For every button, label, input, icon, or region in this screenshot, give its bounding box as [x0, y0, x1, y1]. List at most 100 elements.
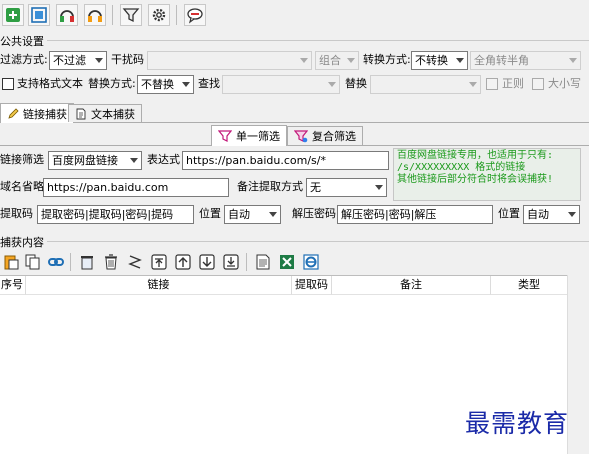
- delete-button[interactable]: [100, 251, 121, 272]
- interference-select[interactable]: [147, 51, 312, 70]
- headset-green-icon: [60, 10, 74, 22]
- paste-button[interactable]: [0, 251, 21, 272]
- replace-select[interactable]: [370, 75, 481, 94]
- chevron-down-icon: [269, 212, 277, 217]
- width-convert-select[interactable]: 全角转半角: [470, 51, 581, 70]
- chevron-down-icon: [569, 58, 577, 63]
- move-down-button[interactable]: [196, 251, 217, 272]
- clear-button[interactable]: [76, 251, 97, 272]
- regex-checkbox[interactable]: [486, 78, 498, 90]
- capture-button[interactable]: [28, 4, 50, 26]
- tab-text-capture-label: 文本捕获: [91, 107, 135, 121]
- table-scrollbar[interactable]: [567, 275, 584, 454]
- replace-mode-value: 不替换: [141, 78, 174, 91]
- export-text-button[interactable]: [252, 251, 273, 272]
- toolbar-separator: [176, 5, 177, 25]
- extract-position-label: 位置: [199, 207, 221, 220]
- column-header-link[interactable]: 链接: [26, 276, 292, 295]
- case-checkbox[interactable]: [532, 78, 544, 90]
- chevron-down-icon: [130, 158, 138, 163]
- rich-text-checkbox[interactable]: [2, 78, 14, 90]
- composite-filter-icon: [294, 129, 308, 143]
- dedupe-button[interactable]: [124, 251, 145, 272]
- headset-orange-icon: [88, 10, 102, 22]
- headset-orange-button[interactable]: [84, 4, 106, 26]
- regex-label: 正则: [502, 77, 524, 90]
- convert-mode-label: 转换方式:: [363, 53, 411, 66]
- width-convert-value: 全角转半角: [474, 54, 529, 67]
- tab-single-filter-label: 单一筛选: [236, 130, 280, 143]
- convert-mode-select[interactable]: 不转换: [411, 51, 468, 70]
- extract-code-input[interactable]: 提取密码|提取码|密码|提码: [37, 205, 194, 224]
- extract-code-label: 提取码: [0, 207, 33, 220]
- unzip-position-select[interactable]: 自动: [523, 205, 580, 224]
- capture-separator: [0, 241, 589, 242]
- chevron-down-icon: [347, 58, 355, 63]
- unzip-position-value: 自动: [527, 208, 549, 221]
- capture-icon: [31, 7, 47, 23]
- add-button[interactable]: [2, 4, 24, 26]
- interference-label: 干扰码: [111, 53, 144, 66]
- export-excel-icon: [279, 254, 294, 269]
- common-settings-separator: [0, 40, 589, 41]
- tab-link-capture[interactable]: 链接捕获: [0, 103, 74, 123]
- tab-single-filter[interactable]: 单一筛选: [211, 125, 287, 146]
- filter-note: 百度网盘链接专用，也适用于只有: /s/XXXXXXXXX 格式的链接 其他链接…: [393, 148, 581, 201]
- rich-text-label: 支持格式文本: [17, 77, 83, 90]
- export-excel-button[interactable]: [276, 251, 297, 272]
- move-top-button[interactable]: [148, 251, 169, 272]
- domain-omit-input[interactable]: https://pan.baidu.com: [43, 178, 229, 197]
- move-bottom-button[interactable]: [220, 251, 241, 272]
- link-button[interactable]: [45, 251, 66, 272]
- add-icon: [6, 8, 20, 22]
- unzip-password-label: 解压密码: [292, 207, 336, 220]
- comment-button[interactable]: [184, 4, 206, 26]
- dedupe-icon: [127, 254, 142, 269]
- tab-text-capture[interactable]: 文本捕获: [68, 104, 142, 122]
- filter-mode-value: 不过滤: [53, 54, 86, 67]
- column-header-type[interactable]: 类型: [491, 276, 567, 295]
- remark-mode-select[interactable]: 无: [306, 178, 387, 197]
- link-filter-label: 链接筛选: [0, 153, 44, 166]
- chevron-down-icon: [182, 82, 190, 87]
- chevron-down-icon: [568, 212, 576, 217]
- capture-title: 捕获内容: [0, 234, 47, 250]
- unzip-password-input[interactable]: 解压密码|密码|解压: [337, 205, 493, 224]
- filter-button[interactable]: [120, 4, 142, 26]
- combine-select[interactable]: 组合: [315, 51, 359, 70]
- extract-position-value: 自动: [228, 208, 250, 221]
- move-bottom-icon: [222, 253, 239, 270]
- expression-label: 表达式: [147, 153, 180, 166]
- toolbar-separator: [70, 253, 71, 271]
- replace-mode-select[interactable]: 不替换: [137, 75, 194, 94]
- remark-mode-label: 备注提取方式: [237, 180, 303, 193]
- copy-button[interactable]: [22, 251, 43, 272]
- chevron-down-icon: [456, 58, 464, 63]
- move-up-button[interactable]: [172, 251, 193, 272]
- subtab-strip-line: [0, 145, 589, 146]
- tab-composite-filter[interactable]: 复合筛选: [287, 126, 363, 145]
- filter-mode-select[interactable]: 不过滤: [49, 51, 107, 70]
- common-settings-title: 公共设置: [0, 33, 47, 49]
- column-header-remark[interactable]: 备注: [332, 276, 491, 295]
- tab-link-capture-label: 链接捕获: [23, 107, 67, 121]
- chevron-down-icon: [375, 185, 383, 190]
- copy-icon: [25, 254, 39, 269]
- headset-green-button[interactable]: [56, 4, 78, 26]
- paste-icon: [4, 255, 18, 269]
- column-header-index[interactable]: 序号: [0, 276, 26, 295]
- column-header-extract-code[interactable]: 提取码: [292, 276, 332, 295]
- filter-icon: [218, 129, 232, 143]
- tab-composite-filter-label: 复合筛选: [312, 130, 356, 143]
- link-filter-select[interactable]: 百度网盘链接: [48, 151, 142, 170]
- settings-button[interactable]: [148, 4, 170, 26]
- gear-icon: [152, 8, 166, 22]
- chevron-down-icon: [95, 58, 103, 63]
- export-ie-button[interactable]: [300, 251, 321, 272]
- find-select[interactable]: [222, 75, 340, 94]
- expression-input[interactable]: https://pan.baidu.com/s/*: [182, 151, 389, 170]
- link-filter-value: 百度网盘链接: [52, 154, 118, 167]
- extract-position-select[interactable]: 自动: [224, 205, 281, 224]
- case-label: 大小写: [548, 77, 581, 90]
- watermark: 最需教育: [465, 409, 570, 438]
